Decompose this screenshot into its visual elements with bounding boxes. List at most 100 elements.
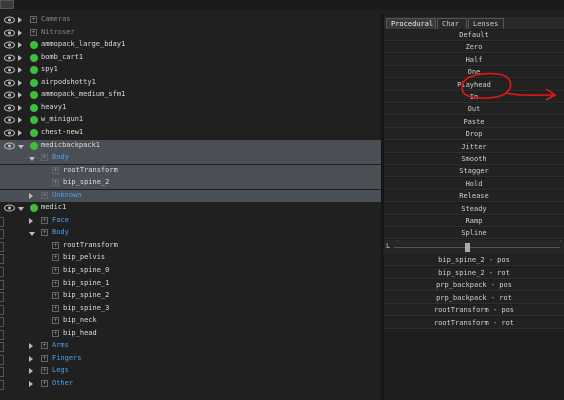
preset-out-button[interactable]: Out xyxy=(384,104,564,116)
eye-visibility-icon[interactable] xyxy=(4,204,15,212)
collapse-right-icon[interactable] xyxy=(18,29,22,36)
tab-procedural[interactable]: Procedural xyxy=(386,18,436,29)
preset-ramp-button[interactable]: Ramp xyxy=(384,216,564,227)
tree-row[interactable]: bomb_cart1 xyxy=(0,52,381,64)
menu-button[interactable] xyxy=(0,0,14,9)
control-list-item[interactable]: rootTransform - rot xyxy=(384,317,564,329)
tree-row[interactable]: spy1 xyxy=(0,64,381,76)
eye-visibility-icon[interactable] xyxy=(4,142,15,150)
collapse-right-icon[interactable] xyxy=(18,104,22,111)
preset-hold-button[interactable]: Hold xyxy=(384,178,564,190)
collapse-right-icon[interactable] xyxy=(18,67,22,74)
collapse-right-icon[interactable] xyxy=(29,192,33,199)
tree-row[interactable]: + Unknown xyxy=(0,189,381,202)
tree-row[interactable]: + bip_neck xyxy=(0,315,381,328)
tree-row[interactable]: medic1 xyxy=(0,202,381,214)
tree-row[interactable]: + bip_spine_2 xyxy=(0,290,381,303)
control-list-item[interactable]: prp_backpack - rot xyxy=(384,292,564,304)
tree-row[interactable]: ammopack_medium_sfm1 xyxy=(0,89,381,101)
tree-row[interactable]: + bip_spine_0 xyxy=(0,265,381,277)
tree-row[interactable]: + Other xyxy=(0,378,381,390)
slider-track[interactable] xyxy=(394,247,560,248)
preset-stagger-button[interactable]: Stagger xyxy=(384,166,564,178)
eye-visibility-icon[interactable] xyxy=(4,29,15,37)
collapse-right-icon[interactable] xyxy=(18,54,22,61)
tree-row-label: airpodshotty1 xyxy=(41,77,96,86)
tree-row[interactable]: + Body xyxy=(0,152,381,165)
collapse-right-icon[interactable] xyxy=(18,117,22,124)
tab-lenses[interactable]: Lenses xyxy=(468,18,504,29)
tree-row[interactable]: + bip_spine_1 xyxy=(0,278,381,290)
tree-row[interactable]: w_minigun1 xyxy=(0,114,381,126)
tree-row[interactable]: + bip_spine_3 xyxy=(0,303,381,315)
control-list-item[interactable]: bip_spine_2 - pos xyxy=(384,255,564,266)
collapse-right-icon[interactable] xyxy=(18,42,22,49)
collapse-right-icon[interactable] xyxy=(18,17,22,23)
preset-spline-button[interactable]: Spline xyxy=(384,228,564,240)
eye-visibility-icon[interactable] xyxy=(4,91,15,99)
tree-row[interactable]: + Body xyxy=(0,227,381,240)
tree-row[interactable]: + rootTransform xyxy=(0,164,381,177)
expand-down-icon[interactable] xyxy=(18,144,24,149)
eye-visibility-icon[interactable] xyxy=(4,54,15,62)
tree-row[interactable]: + Legs xyxy=(0,365,381,378)
row-edge-marker xyxy=(0,241,4,252)
preset-default-button[interactable]: Default xyxy=(384,30,564,41)
tree-row[interactable]: + bip_pelvis xyxy=(0,252,381,265)
collapse-right-icon[interactable] xyxy=(29,380,33,387)
tree-row[interactable]: airpodshotty1 xyxy=(0,77,381,89)
collapse-right-icon[interactable] xyxy=(18,79,22,86)
animation-set-icon xyxy=(30,91,38,100)
eye-visibility-icon[interactable] xyxy=(4,79,15,87)
control-list-item[interactable]: bip_spine_2 - rot xyxy=(384,267,564,279)
tree-row-label: bip_spine_1 xyxy=(63,278,110,287)
tree-row[interactable]: ammopack_large_bday1 xyxy=(0,39,381,51)
preset-smooth-button[interactable]: Smooth xyxy=(384,154,564,165)
tree-row[interactable]: + bip_head xyxy=(0,328,381,340)
expand-down-icon[interactable] xyxy=(18,207,24,212)
tree-row[interactable]: + Nitroser xyxy=(0,27,381,39)
preset-jitter-button[interactable]: Jitter xyxy=(384,141,564,153)
tree-row[interactable]: + Arms xyxy=(0,340,381,353)
collapse-right-icon[interactable] xyxy=(18,129,22,136)
blend-slider[interactable]: L ' ' xyxy=(384,240,564,254)
preset-zero-button[interactable]: Zero xyxy=(384,42,564,54)
tree-row[interactable]: + Fingers xyxy=(0,353,381,365)
eye-visibility-icon[interactable] xyxy=(4,66,15,74)
tree-row[interactable]: + bip_spine_2 xyxy=(0,177,381,190)
tree-row[interactable]: + Face xyxy=(0,215,381,227)
preset-half-button[interactable]: Half xyxy=(384,54,564,66)
tab-char[interactable]: Char xyxy=(437,18,467,29)
slider-thumb[interactable] xyxy=(464,243,470,252)
expand-down-icon[interactable] xyxy=(29,232,35,237)
eye-visibility-icon[interactable] xyxy=(4,104,15,112)
preset-paste-button[interactable]: Paste xyxy=(384,116,564,128)
tree-row[interactable]: + Cameras xyxy=(0,14,381,26)
preset-release-button[interactable]: Release xyxy=(384,191,564,203)
control-list-item[interactable]: rootTransform - pos xyxy=(384,305,564,316)
collapse-right-icon[interactable] xyxy=(18,92,22,99)
animation-set-icon xyxy=(30,204,38,213)
collapse-right-icon[interactable] xyxy=(29,368,33,375)
tree-row[interactable]: chest-new1 xyxy=(0,127,381,139)
preset-one-button[interactable]: One xyxy=(384,67,564,79)
eye-visibility-icon[interactable] xyxy=(4,16,15,24)
expand-down-icon[interactable] xyxy=(29,157,35,162)
group-plus-icon: + xyxy=(52,179,59,187)
tree-row[interactable]: medicbackpack1 xyxy=(0,139,381,152)
tree-row-label: bip_neck xyxy=(63,316,97,325)
tree-row[interactable]: + rootTransform xyxy=(0,240,381,252)
control-list-item[interactable]: prp_backpack - pos xyxy=(384,280,564,291)
preset-playhead-button[interactable]: Playhead xyxy=(384,79,564,91)
eye-visibility-icon[interactable] xyxy=(4,129,15,137)
collapse-right-icon[interactable] xyxy=(29,343,33,350)
row-edge-marker xyxy=(0,367,4,378)
eye-visibility-icon[interactable] xyxy=(4,41,15,49)
preset-steady-button[interactable]: Steady xyxy=(384,203,564,215)
preset-in-button[interactable]: In xyxy=(384,92,564,103)
preset-drop-button[interactable]: Drop xyxy=(384,129,564,141)
tree-row[interactable]: heavy1 xyxy=(0,102,381,114)
collapse-right-icon[interactable] xyxy=(29,355,33,362)
collapse-right-icon[interactable] xyxy=(29,217,33,224)
eye-visibility-icon[interactable] xyxy=(4,116,15,124)
